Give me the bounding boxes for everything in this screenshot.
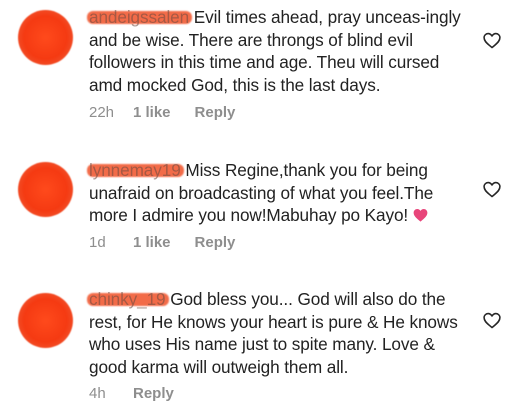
avatar[interactable] — [18, 10, 73, 65]
comment-username[interactable]: lynnemay19 — [87, 159, 184, 182]
avatar[interactable] — [18, 293, 73, 348]
heart-outline-icon[interactable] — [482, 310, 502, 330]
pink-heart-emoji-icon — [413, 208, 428, 222]
comment-text: andeigssalen Evil times ahead, pray unce… — [87, 6, 469, 96]
comment-text: chinky_19 God bless you... God will also… — [87, 288, 469, 378]
comment-meta: 22h 1 like Reply — [89, 104, 235, 121]
comment-username[interactable]: chinky_19 — [87, 288, 169, 311]
comment-likes[interactable]: 1 like — [133, 234, 171, 251]
comment-username[interactable]: andeigssalen — [87, 6, 193, 29]
comment-likes[interactable]: 1 like — [133, 104, 171, 121]
comment-time: 22h — [89, 104, 115, 121]
reply-button[interactable]: Reply — [133, 385, 174, 402]
avatar[interactable] — [18, 162, 73, 217]
reply-button[interactable]: Reply — [195, 234, 236, 251]
comment-time: 4h — [89, 385, 106, 402]
reply-button[interactable]: Reply — [195, 104, 236, 121]
comment-time: 1d — [89, 234, 106, 251]
heart-outline-icon[interactable] — [482, 30, 502, 50]
comment-text: lynnemay19 Miss Regine,thank you for bei… — [87, 159, 469, 227]
comment-meta: 1d 1 like Reply — [89, 234, 235, 251]
comment-meta: 4h Reply — [89, 385, 174, 402]
heart-outline-icon[interactable] — [482, 179, 502, 199]
